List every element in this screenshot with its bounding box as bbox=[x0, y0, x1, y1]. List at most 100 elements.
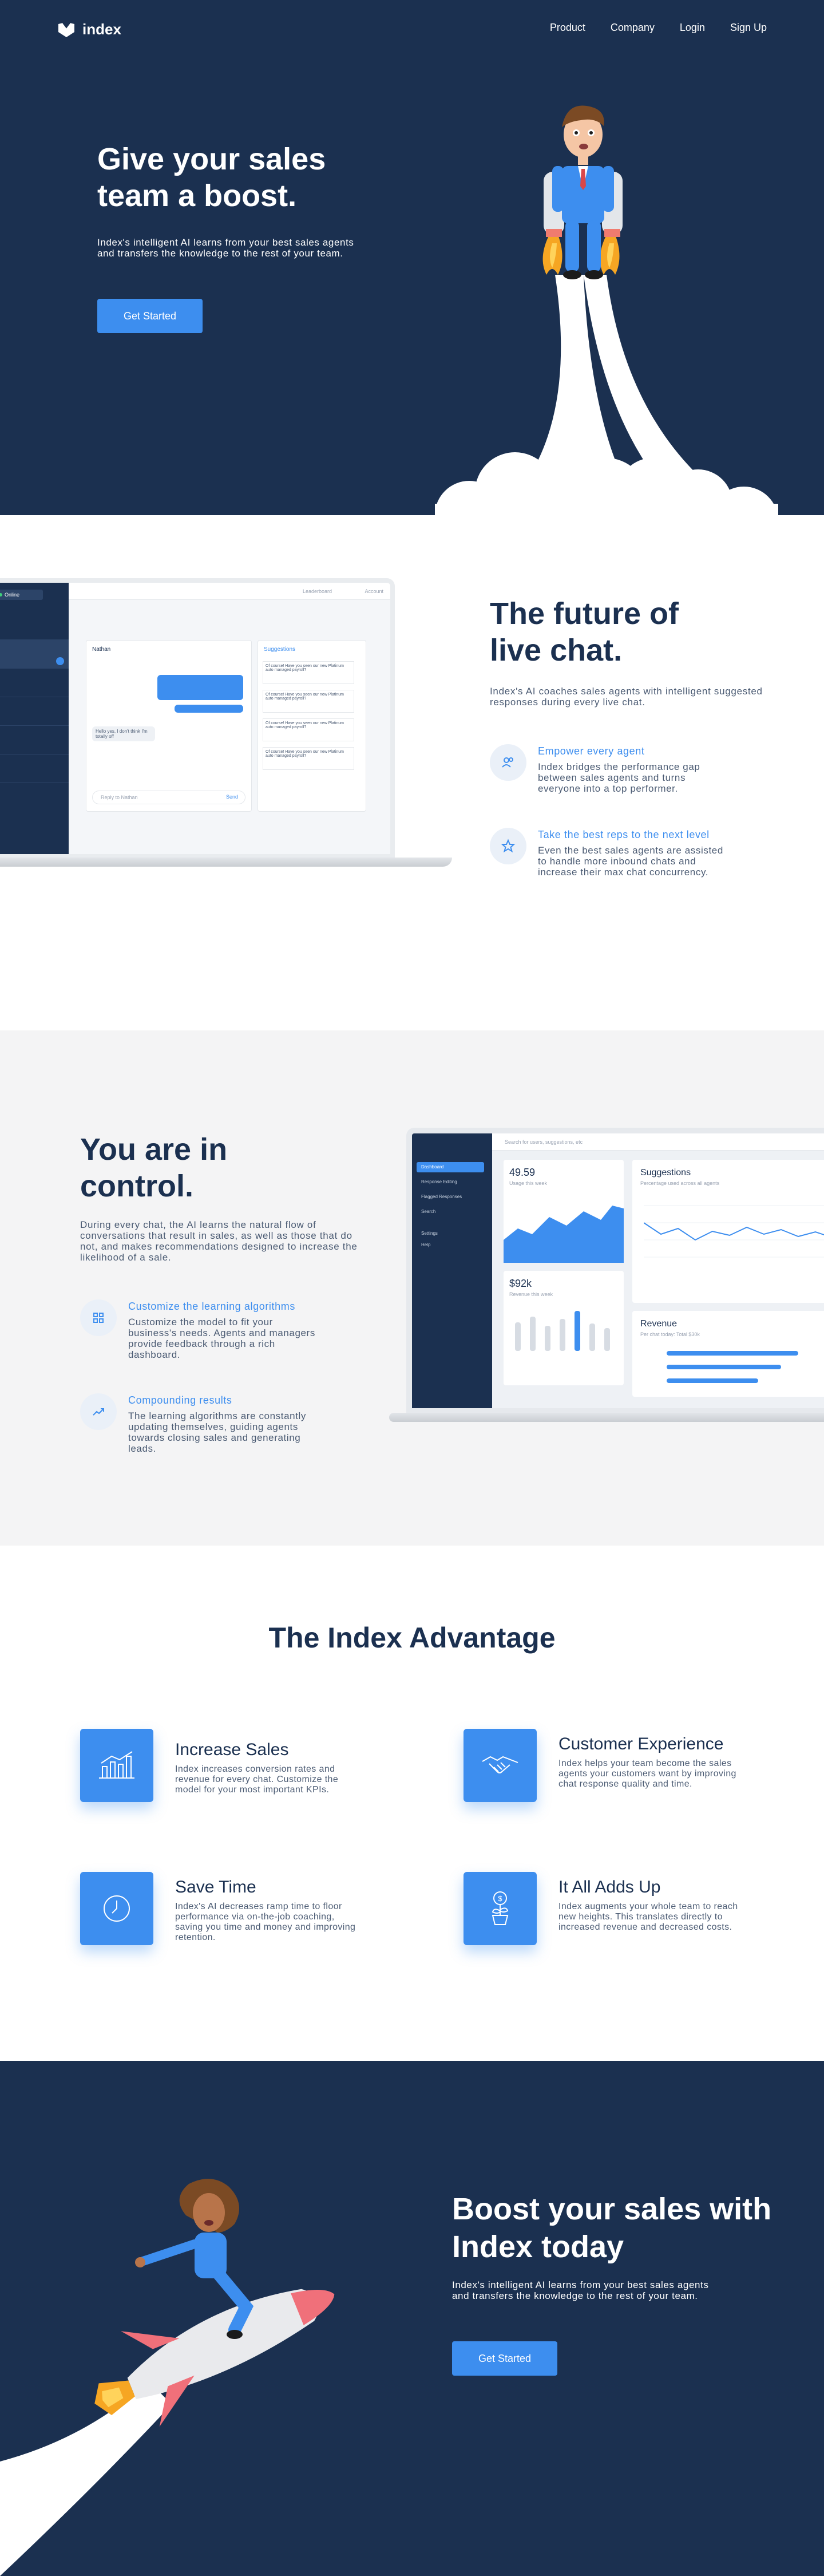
revenue-label: Revenue this week bbox=[509, 1291, 553, 1297]
feature-text-best-reps: Even the best sales agents are assisted … bbox=[538, 845, 723, 878]
agent-message bbox=[175, 705, 243, 713]
online-status[interactable]: Online bbox=[0, 590, 43, 600]
advantage-text-save-time: Index's AI decreases ramp time to floor … bbox=[175, 1902, 356, 1942]
control-subtitle: During every chat, the AI learns the nat… bbox=[80, 1219, 358, 1263]
advantage-section: The Index Advantage Increase Sales Index… bbox=[0, 1546, 824, 2061]
cta-subtitle: Index's intelligent AI learns from your … bbox=[452, 2279, 709, 2301]
grid-icon bbox=[80, 1299, 117, 1336]
chat-list-item[interactable] bbox=[0, 617, 69, 640]
clock-icon bbox=[80, 1872, 153, 1945]
revenue-bar bbox=[530, 1317, 536, 1351]
trend-icon bbox=[80, 1393, 117, 1430]
reply-input[interactable]: Reply to Nathan Send bbox=[92, 791, 245, 804]
top-nav: Product Company Login Sign Up bbox=[550, 22, 767, 34]
feature-text-customize: Customize the model to fit your business… bbox=[128, 1317, 315, 1360]
suggestion-card[interactable]: Of course! Have you seen our new Platinu… bbox=[263, 718, 354, 741]
suggestion-card[interactable]: Of course! Have you seen our new Platinu… bbox=[263, 690, 354, 713]
suggestions-panel: Suggestions Of course! Have you seen our… bbox=[258, 640, 366, 812]
chat-contact-name: Nathan bbox=[92, 646, 111, 653]
menu-flagged-responses[interactable]: Flagged Responses bbox=[421, 1194, 462, 1199]
revenue-bar bbox=[604, 1328, 610, 1351]
nav-company[interactable]: Company bbox=[611, 22, 655, 34]
suggestions-title: Suggestions bbox=[264, 646, 296, 653]
chat-list-item[interactable] bbox=[0, 669, 69, 697]
suggestion-card[interactable]: Of course! Have you seen our new Platinu… bbox=[263, 747, 354, 770]
feature-title-empower: Empower every agent bbox=[538, 745, 645, 757]
laptop-base bbox=[389, 1413, 824, 1422]
dashboard-sidebar: Dashboard Response Editing Flagged Respo… bbox=[412, 1133, 492, 1408]
chat-list-item-active[interactable] bbox=[0, 640, 69, 669]
revenue-value: $92k bbox=[509, 1278, 532, 1289]
money-plant-icon: $ bbox=[464, 1872, 537, 1945]
chat-list-item[interactable] bbox=[0, 754, 69, 783]
menu-search[interactable]: Search bbox=[421, 1209, 435, 1214]
chat-list-item[interactable] bbox=[0, 726, 69, 754]
suggestions-chart-card: Suggestions Percentage used across all a… bbox=[632, 1160, 824, 1303]
revenue-progress-bar bbox=[667, 1378, 758, 1383]
menu-help[interactable]: Help bbox=[421, 1242, 430, 1247]
suggestions-chart-subtitle: Percentage used across all agents bbox=[640, 1180, 720, 1186]
search-placeholder: Search for users, suggestions, etc bbox=[505, 1139, 583, 1145]
feature-title-compounding: Compounding results bbox=[128, 1394, 232, 1406]
logo-text: index bbox=[82, 21, 121, 38]
status-dot bbox=[0, 593, 2, 596]
revenue-card: $92k Revenue this week bbox=[504, 1271, 624, 1385]
advantage-title-increase-sales: Increase Sales bbox=[175, 1740, 289, 1759]
nav-signup[interactable]: Sign Up bbox=[730, 22, 767, 34]
future-title: The future of live chat. bbox=[490, 596, 679, 667]
nav-login[interactable]: Login bbox=[680, 22, 705, 34]
chat-app-laptop-mockup: Online Leaderboard Account Nathan Hello … bbox=[0, 578, 452, 870]
hero-subtitle: Index's intelligent AI learns from your … bbox=[97, 237, 354, 259]
nav-product[interactable]: Product bbox=[550, 22, 585, 34]
cta-title: Boost your sales with Index today bbox=[452, 2192, 772, 2264]
usage-label: Usage this week bbox=[509, 1180, 548, 1186]
chat-sidebar: Online bbox=[0, 583, 69, 854]
revenue-bar bbox=[560, 1319, 565, 1351]
dashboard-search-bar[interactable]: Search for users, suggestions, etc bbox=[492, 1133, 824, 1151]
svg-text:$: $ bbox=[498, 1894, 502, 1903]
logo-icon bbox=[58, 22, 74, 37]
revenue-bar bbox=[545, 1326, 550, 1351]
agent-message bbox=[157, 675, 243, 700]
jetpack-man-illustration bbox=[435, 105, 778, 515]
laptop-base bbox=[0, 858, 452, 867]
feature-text-compounding: The learning algorithms are constantly u… bbox=[128, 1411, 307, 1454]
menu-settings[interactable]: Settings bbox=[421, 1231, 438, 1236]
rocket-woman-illustration bbox=[0, 2179, 335, 2576]
get-started-button[interactable]: Get Started bbox=[97, 299, 203, 333]
menu-response-editing[interactable]: Response Editing bbox=[421, 1179, 457, 1184]
revenue-bar bbox=[515, 1322, 521, 1351]
usage-card: 49.59 Usage this week bbox=[504, 1160, 624, 1263]
revenue-breakdown-card: Revenue Per chat today: Total $30k bbox=[632, 1311, 824, 1397]
advantage-text-customer-experience: Index helps your team become the sales a… bbox=[558, 1759, 736, 1789]
send-button[interactable]: Send bbox=[226, 794, 238, 800]
status-label: Online bbox=[5, 592, 20, 598]
reply-placeholder: Reply to Nathan bbox=[101, 795, 138, 800]
user-message: Hello yes, I don't think I'm totally off bbox=[92, 726, 155, 741]
advantage-text-adds-up: Index augments your whole team to reach … bbox=[558, 1902, 738, 1932]
usage-value: 49.59 bbox=[509, 1167, 536, 1178]
feature-title-best-reps: Take the best reps to the next level bbox=[538, 829, 710, 840]
advantage-text-increase-sales: Index increases conversion rates and rev… bbox=[175, 1764, 339, 1795]
control-section: You are in control. During every chat, t… bbox=[0, 1030, 824, 1546]
unread-badge bbox=[56, 657, 64, 665]
star-icon bbox=[490, 828, 526, 864]
leaderboard-link[interactable]: Leaderboard bbox=[303, 588, 332, 594]
menu-dashboard[interactable]: Dashboard bbox=[417, 1162, 484, 1172]
suggestions-line-chart bbox=[644, 1205, 824, 1258]
app-topbar: Leaderboard Account bbox=[69, 583, 390, 600]
hero-title: Give your sales team a boost. bbox=[97, 142, 326, 213]
suggestion-card[interactable]: Of course! Have you seen our new Platinu… bbox=[263, 661, 354, 684]
logo[interactable]: index bbox=[57, 21, 121, 38]
cta-get-started-button[interactable]: Get Started bbox=[452, 2341, 557, 2376]
chat-list-item[interactable] bbox=[0, 697, 69, 726]
feature-text-empower: Index bridges the performance gap betwee… bbox=[538, 761, 700, 794]
chat-app-screen: Online Leaderboard Account Nathan Hello … bbox=[0, 578, 395, 859]
account-link[interactable]: Account bbox=[365, 588, 383, 594]
users-icon bbox=[490, 744, 526, 781]
cta-section: Boost your sales with Index today Index'… bbox=[0, 2061, 824, 2576]
feature-title-customize: Customize the learning algorithms bbox=[128, 1301, 295, 1312]
advantage-title-save-time: Save Time bbox=[175, 1878, 256, 1897]
bar-chart-icon bbox=[80, 1729, 153, 1802]
advantage-title-customer-experience: Customer Experience bbox=[558, 1735, 724, 1753]
